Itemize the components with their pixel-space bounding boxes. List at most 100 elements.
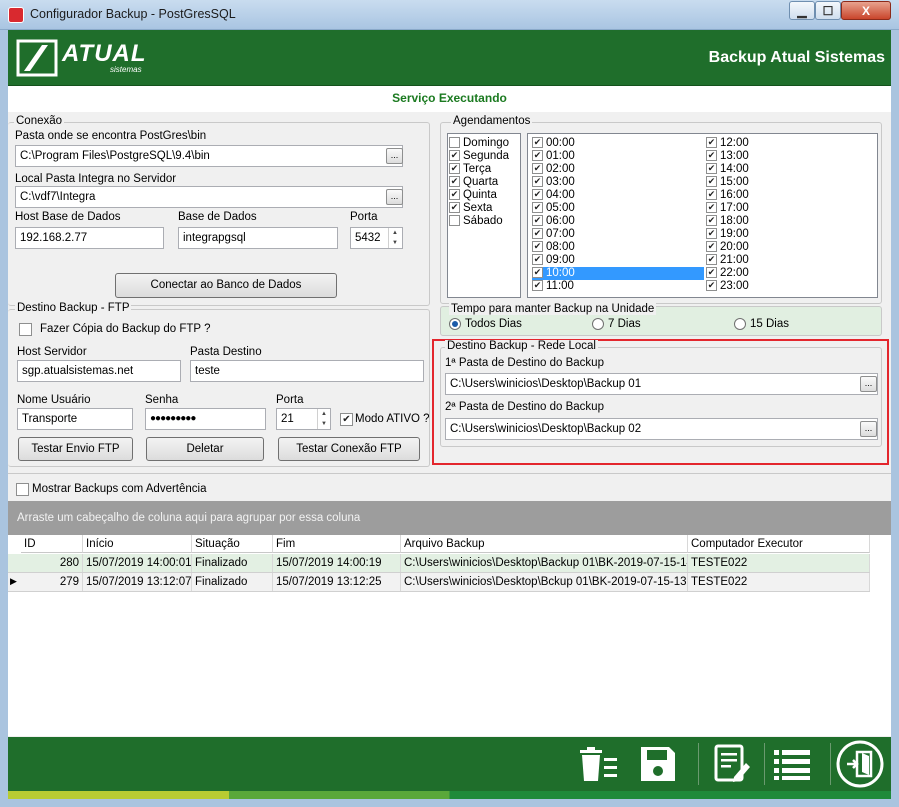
retention-option[interactable]: Todos Dias xyxy=(449,318,522,330)
first-destination-input[interactable]: C:\Users\winicios\Desktop\Backup 01 xyxy=(445,373,878,395)
hour-checkbox[interactable]: ✔ xyxy=(706,280,717,291)
delete-list-button[interactable] xyxy=(570,737,628,791)
hours-list[interactable]: ✔ 00:00 ✔ 01:00 ✔ 02:00 ✔ 03:00 ✔ 04:00 ✔ 05:00 ✔ 06:… xyxy=(527,133,878,298)
db-port-spinner[interactable]: ▲ ▼ xyxy=(388,228,401,248)
db-host-input[interactable]: 192.168.2.77 xyxy=(15,227,164,249)
grid-column-header[interactable]: Computador Executor xyxy=(688,535,870,553)
second-destination-browse-button[interactable]: ... xyxy=(860,421,877,437)
day-checkbox[interactable] xyxy=(449,215,460,226)
connect-db-button[interactable]: Conectar ao Banco de Dados xyxy=(115,273,337,298)
hour-checkbox[interactable]: ✔ xyxy=(706,228,717,239)
hour-checkbox[interactable]: ✔ xyxy=(706,163,717,174)
backups-grid[interactable]: ID Início Situação Fim Arquivo Backup Computa… xyxy=(8,535,891,736)
local-folder-input[interactable]: C:\vdf7\Integra xyxy=(15,186,403,208)
close-button[interactable]: X xyxy=(841,1,891,20)
hour-item[interactable]: ✔ 12:00 xyxy=(706,137,878,150)
hour-checkbox[interactable]: ✔ xyxy=(532,202,543,213)
spin-down-icon[interactable]: ▼ xyxy=(389,238,401,248)
title-bar[interactable]: Configurador Backup - PostGresSQL ▁ ☐ X xyxy=(0,0,899,30)
first-destination-browse-button[interactable]: ... xyxy=(860,376,877,392)
spin-down-icon[interactable]: ▼ xyxy=(318,419,330,429)
hour-item[interactable]: ✔ 11:00 xyxy=(532,280,704,293)
ftp-port-spinner[interactable]: ▲ ▼ xyxy=(317,409,330,429)
radio-icon[interactable] xyxy=(449,318,461,330)
local-folder-browse-button[interactable]: ... xyxy=(386,189,403,205)
day-checkbox[interactable] xyxy=(449,137,460,148)
days-list[interactable]: Domingo ✔ Segunda ✔ Terça ✔ Quarta ✔ Quinta ✔ Sext… xyxy=(447,133,521,298)
show-warnings-checkbox[interactable] xyxy=(16,483,29,496)
retention-option[interactable]: 15 Dias xyxy=(734,318,789,330)
table-row[interactable]: ▶ 279 15/07/2019 13:12:07 Finalizado 15/07/2… xyxy=(8,573,870,592)
hour-item[interactable]: ✔ 18:00 xyxy=(706,215,878,228)
second-destination-input[interactable]: C:\Users\winicios\Desktop\Backup 02 xyxy=(445,418,878,440)
table-row[interactable]: 280 15/07/2019 14:00:01 Finalizado 15/07/20… xyxy=(8,554,870,573)
ftp-dest-input[interactable]: teste xyxy=(190,360,424,382)
grid-column-header[interactable]: ID xyxy=(21,535,83,553)
day-checkbox[interactable]: ✔ xyxy=(449,176,460,187)
hour-checkbox[interactable]: ✔ xyxy=(706,137,717,148)
hour-item[interactable]: ✔ 02:00 xyxy=(532,163,704,176)
hour-checkbox[interactable]: ✔ xyxy=(532,150,543,161)
hour-checkbox[interactable]: ✔ xyxy=(706,176,717,187)
hour-item[interactable]: ✔ 10:00 xyxy=(532,267,704,280)
hour-checkbox[interactable]: ✔ xyxy=(706,241,717,252)
hour-checkbox[interactable]: ✔ xyxy=(706,150,717,161)
edit-button[interactable] xyxy=(703,737,761,791)
hour-checkbox[interactable]: ✔ xyxy=(532,267,543,278)
hour-checkbox[interactable]: ✔ xyxy=(532,241,543,252)
hour-checkbox[interactable]: ✔ xyxy=(532,189,543,200)
grid-column-header[interactable]: Arquivo Backup xyxy=(401,535,688,553)
hour-item[interactable]: ✔ 23:00 xyxy=(706,280,878,293)
hour-checkbox[interactable]: ✔ xyxy=(706,267,717,278)
ftp-host-input[interactable]: sgp.atualsistemas.net xyxy=(17,360,181,382)
day-item[interactable]: ✔ Quinta xyxy=(449,189,497,202)
spin-up-icon[interactable]: ▲ xyxy=(389,228,401,238)
day-checkbox[interactable]: ✔ xyxy=(449,163,460,174)
spin-up-icon[interactable]: ▲ xyxy=(318,409,330,419)
hour-item[interactable]: ✔ 07:00 xyxy=(532,228,704,241)
day-checkbox[interactable]: ✔ xyxy=(449,150,460,161)
hour-item[interactable]: ✔ 00:00 xyxy=(532,137,704,150)
hour-checkbox[interactable]: ✔ xyxy=(532,176,543,187)
hour-checkbox[interactable]: ✔ xyxy=(532,228,543,239)
hour-item[interactable]: ✔ 21:00 xyxy=(706,254,878,267)
hour-checkbox[interactable]: ✔ xyxy=(706,215,717,226)
minimize-button[interactable]: ▁ xyxy=(789,1,815,20)
radio-icon[interactable] xyxy=(592,318,604,330)
hour-item[interactable]: ✔ 20:00 xyxy=(706,241,878,254)
hour-item[interactable]: ✔ 15:00 xyxy=(706,176,878,189)
hour-item[interactable]: ✔ 19:00 xyxy=(706,228,878,241)
day-item[interactable]: Domingo xyxy=(449,137,509,150)
save-button[interactable] xyxy=(629,737,687,791)
hour-item[interactable]: ✔ 13:00 xyxy=(706,150,878,163)
grid-column-header[interactable]: Início xyxy=(83,535,192,553)
day-item[interactable]: ✔ Terça xyxy=(449,163,491,176)
day-checkbox[interactable]: ✔ xyxy=(449,189,460,200)
hour-checkbox[interactable]: ✔ xyxy=(532,215,543,226)
test-ftp-send-button[interactable]: Testar Envio FTP xyxy=(18,437,133,461)
exit-button[interactable] xyxy=(831,737,889,791)
maximize-button[interactable]: ☐ xyxy=(815,1,841,20)
hour-item[interactable]: ✔ 04:00 xyxy=(532,189,704,202)
hour-checkbox[interactable]: ✔ xyxy=(532,163,543,174)
hour-checkbox[interactable]: ✔ xyxy=(706,189,717,200)
pg-bin-browse-button[interactable]: ... xyxy=(386,148,403,164)
hour-checkbox[interactable]: ✔ xyxy=(706,202,717,213)
day-item[interactable]: ✔ Quarta xyxy=(449,176,498,189)
grid-column-header[interactable]: Fim xyxy=(273,535,401,553)
ftp-copy-checkbox[interactable] xyxy=(19,323,32,336)
day-item[interactable]: ✔ Segunda xyxy=(449,150,509,163)
hour-item[interactable]: ✔ 03:00 xyxy=(532,176,704,189)
list-button[interactable] xyxy=(763,737,821,791)
test-ftp-connection-button[interactable]: Testar Conexão FTP xyxy=(278,437,420,461)
hour-item[interactable]: ✔ 14:00 xyxy=(706,163,878,176)
ftp-pass-input[interactable]: ●●●●●●●●● xyxy=(145,408,266,430)
retention-option[interactable]: 7 Dias xyxy=(592,318,641,330)
hour-item[interactable]: ✔ 06:00 xyxy=(532,215,704,228)
group-by-panel[interactable]: Arraste um cabeçalho de coluna aqui para… xyxy=(8,501,891,535)
delete-button[interactable]: Deletar xyxy=(146,437,264,461)
hour-item[interactable]: ✔ 22:00 xyxy=(706,267,878,280)
hour-checkbox[interactable]: ✔ xyxy=(532,254,543,265)
hour-item[interactable]: ✔ 08:00 xyxy=(532,241,704,254)
hour-item[interactable]: ✔ 01:00 xyxy=(532,150,704,163)
